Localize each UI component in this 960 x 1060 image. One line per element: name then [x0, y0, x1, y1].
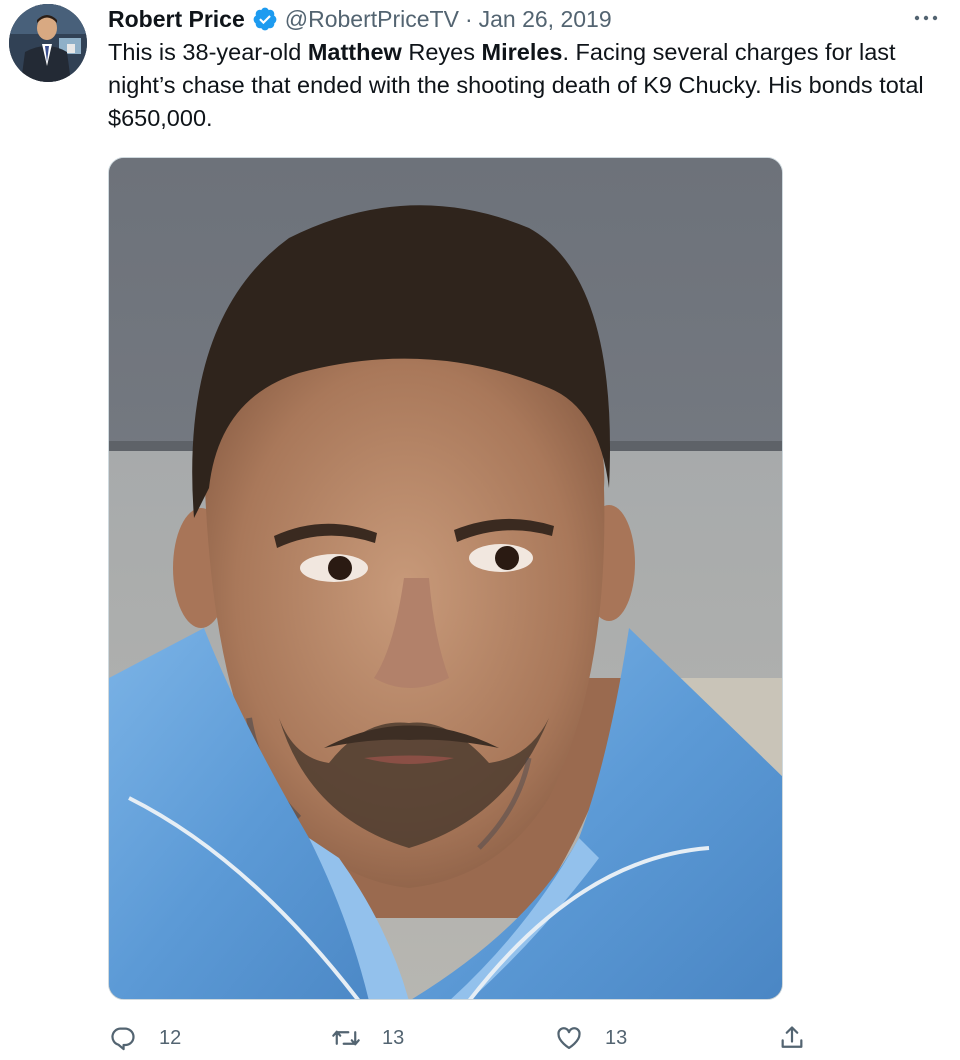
like-button[interactable]: 13: [554, 1018, 627, 1058]
reply-count: 12: [159, 1026, 182, 1049]
verified-badge-icon: [252, 6, 278, 32]
tweet-date[interactable]: Jan 26, 2019: [479, 6, 612, 33]
tweet-card[interactable]: Robert Price @RobertPriceTV · Jan 26, 20…: [0, 0, 960, 1060]
author-name[interactable]: Robert Price: [108, 6, 245, 33]
reply-icon: [108, 1023, 138, 1053]
share-button[interactable]: [777, 1018, 807, 1058]
like-count: 13: [605, 1026, 628, 1049]
reply-button[interactable]: 12: [108, 1018, 181, 1058]
tweet-text-bold-segment: Mireles: [481, 39, 563, 65]
more-options-button[interactable]: [908, 6, 944, 30]
tweet-media-photo[interactable]: [108, 157, 783, 1000]
tweet-text-bold-segment: Matthew: [307, 39, 402, 65]
tweet-header: Robert Price @RobertPriceTV · Jan 26, 20…: [108, 4, 612, 34]
like-icon: [554, 1023, 584, 1053]
mugshot-photo: [109, 158, 782, 999]
retweet-icon: [331, 1023, 361, 1053]
retweet-button[interactable]: 13: [331, 1018, 404, 1058]
tweet-actions: 12 13 13: [0, 1018, 960, 1058]
author-handle[interactable]: @RobertPriceTV: [285, 6, 459, 33]
more-horizontal-icon: [914, 15, 938, 21]
retweet-count: 13: [382, 1026, 405, 1049]
tweet-text: This is 38-year-old Matthew Reyes Mirele…: [108, 36, 943, 135]
tweet-text-segment: Reyes: [401, 39, 482, 65]
tweet-text-segment: This is 38-year-old: [108, 39, 308, 65]
header-separator: ·: [464, 5, 473, 32]
author-avatar[interactable]: [9, 4, 87, 82]
avatar-photo-icon: [9, 4, 87, 82]
share-icon: [777, 1023, 807, 1053]
